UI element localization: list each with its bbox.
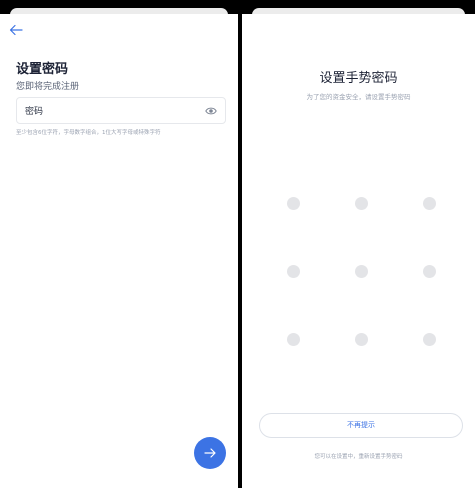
gesture-dot[interactable] xyxy=(355,265,368,278)
page-subtitle: 您即将完成注册 xyxy=(16,82,80,92)
password-hint: 至少包含6位字符，字母数字组合，1位大写字母或特殊字符 xyxy=(16,130,161,136)
gesture-dot[interactable] xyxy=(355,197,368,210)
password-field[interactable] xyxy=(16,97,226,124)
gesture-dot[interactable] xyxy=(355,333,368,346)
status-bar xyxy=(242,0,475,26)
gesture-screen: 设置手势密码 为了您的资金安全，请设置手势密码 不再提示 您可以在设置中，重新设… xyxy=(242,0,475,488)
gesture-subtitle: 为了您的资金安全，请设置手势密码 xyxy=(306,93,411,101)
next-button[interactable] xyxy=(194,437,226,469)
gesture-dot[interactable] xyxy=(423,265,436,278)
status-bar xyxy=(0,0,238,26)
arrow-left-icon[interactable] xyxy=(9,24,23,36)
gesture-dot[interactable] xyxy=(287,265,300,278)
gesture-dot[interactable] xyxy=(287,197,300,210)
register-screen: 设置密码 您即将完成注册 至少包含6位字符，字母数字组合，1位大写字母或特殊字符 xyxy=(0,0,238,488)
password-input[interactable] xyxy=(23,103,197,121)
eye-icon[interactable] xyxy=(205,106,217,116)
gesture-note: 您可以在设置中，重新设置手势密码 xyxy=(314,454,403,460)
skip-button[interactable]: 不再提示 xyxy=(259,413,463,438)
gesture-title: 设置手势密码 xyxy=(319,71,398,86)
gesture-dot[interactable] xyxy=(287,333,300,346)
page-title: 设置密码 xyxy=(16,62,69,77)
arrow-right-icon xyxy=(204,448,216,458)
gesture-dot[interactable] xyxy=(423,333,436,346)
gesture-dot[interactable] xyxy=(423,197,436,210)
